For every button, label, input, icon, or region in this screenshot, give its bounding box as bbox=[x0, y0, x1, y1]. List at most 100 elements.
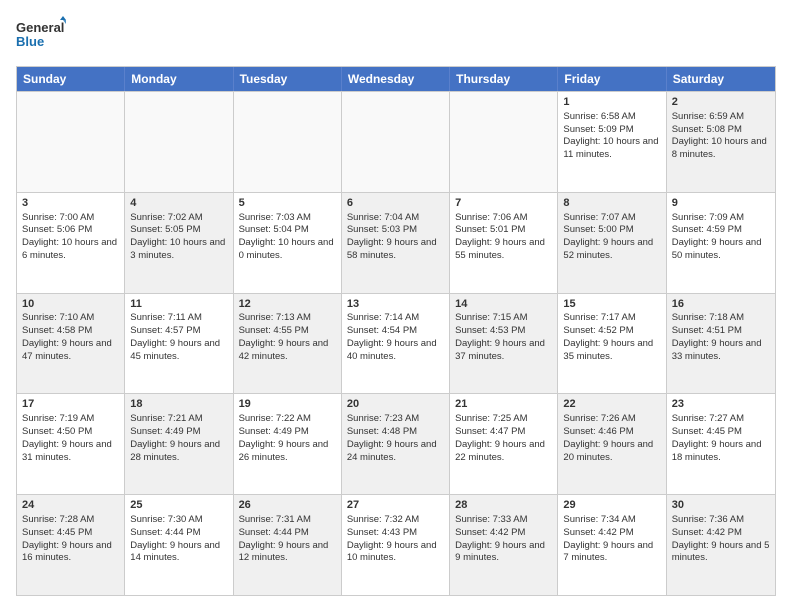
day-info: Sunrise: 6:58 AM Sunset: 5:09 PM Dayligh… bbox=[563, 111, 658, 160]
day-info: Sunrise: 7:22 AM Sunset: 4:49 PM Dayligh… bbox=[239, 413, 329, 462]
day-number: 7 bbox=[455, 196, 552, 211]
calendar-cell: 25Sunrise: 7:30 AM Sunset: 4:44 PM Dayli… bbox=[125, 495, 233, 595]
calendar-cell: 17Sunrise: 7:19 AM Sunset: 4:50 PM Dayli… bbox=[17, 394, 125, 494]
weekday-header: Sunday bbox=[17, 67, 125, 91]
calendar-row: 17Sunrise: 7:19 AM Sunset: 4:50 PM Dayli… bbox=[17, 393, 775, 494]
day-number: 24 bbox=[22, 498, 119, 513]
calendar-cell: 29Sunrise: 7:34 AM Sunset: 4:42 PM Dayli… bbox=[558, 495, 666, 595]
logo: General Blue bbox=[16, 16, 66, 56]
calendar-row: 1Sunrise: 6:58 AM Sunset: 5:09 PM Daylig… bbox=[17, 91, 775, 192]
day-info: Sunrise: 7:06 AM Sunset: 5:01 PM Dayligh… bbox=[455, 212, 545, 261]
weekday-header: Monday bbox=[125, 67, 233, 91]
calendar-cell: 18Sunrise: 7:21 AM Sunset: 4:49 PM Dayli… bbox=[125, 394, 233, 494]
logo-svg: General Blue bbox=[16, 16, 66, 56]
day-number: 21 bbox=[455, 397, 552, 412]
day-info: Sunrise: 7:27 AM Sunset: 4:45 PM Dayligh… bbox=[672, 413, 762, 462]
day-number: 6 bbox=[347, 196, 444, 211]
day-info: Sunrise: 7:23 AM Sunset: 4:48 PM Dayligh… bbox=[347, 413, 437, 462]
calendar-body: 1Sunrise: 6:58 AM Sunset: 5:09 PM Daylig… bbox=[17, 91, 775, 595]
day-number: 14 bbox=[455, 297, 552, 312]
calendar-cell: 7Sunrise: 7:06 AM Sunset: 5:01 PM Daylig… bbox=[450, 193, 558, 293]
calendar-cell bbox=[17, 92, 125, 192]
weekday-header: Friday bbox=[558, 67, 666, 91]
day-number: 19 bbox=[239, 397, 336, 412]
day-info: Sunrise: 7:21 AM Sunset: 4:49 PM Dayligh… bbox=[130, 413, 220, 462]
day-info: Sunrise: 7:14 AM Sunset: 4:54 PM Dayligh… bbox=[347, 312, 437, 361]
day-info: Sunrise: 7:32 AM Sunset: 4:43 PM Dayligh… bbox=[347, 514, 437, 563]
calendar-cell: 8Sunrise: 7:07 AM Sunset: 5:00 PM Daylig… bbox=[558, 193, 666, 293]
day-info: Sunrise: 7:34 AM Sunset: 4:42 PM Dayligh… bbox=[563, 514, 653, 563]
day-number: 3 bbox=[22, 196, 119, 211]
day-info: Sunrise: 7:31 AM Sunset: 4:44 PM Dayligh… bbox=[239, 514, 329, 563]
weekday-header: Tuesday bbox=[234, 67, 342, 91]
calendar: SundayMondayTuesdayWednesdayThursdayFrid… bbox=[16, 66, 776, 596]
day-number: 2 bbox=[672, 95, 770, 110]
calendar-cell bbox=[234, 92, 342, 192]
calendar-cell: 19Sunrise: 7:22 AM Sunset: 4:49 PM Dayli… bbox=[234, 394, 342, 494]
day-number: 4 bbox=[130, 196, 227, 211]
day-info: Sunrise: 7:10 AM Sunset: 4:58 PM Dayligh… bbox=[22, 312, 112, 361]
page: General Blue SundayMondayTuesdayWednesda… bbox=[0, 0, 792, 612]
svg-text:General: General bbox=[16, 20, 64, 35]
calendar-cell bbox=[125, 92, 233, 192]
calendar-cell: 24Sunrise: 7:28 AM Sunset: 4:45 PM Dayli… bbox=[17, 495, 125, 595]
day-info: Sunrise: 7:00 AM Sunset: 5:06 PM Dayligh… bbox=[22, 212, 117, 261]
day-info: Sunrise: 7:11 AM Sunset: 4:57 PM Dayligh… bbox=[130, 312, 220, 361]
day-number: 28 bbox=[455, 498, 552, 513]
calendar-cell: 14Sunrise: 7:15 AM Sunset: 4:53 PM Dayli… bbox=[450, 294, 558, 394]
calendar-cell: 11Sunrise: 7:11 AM Sunset: 4:57 PM Dayli… bbox=[125, 294, 233, 394]
day-number: 1 bbox=[563, 95, 660, 110]
day-info: Sunrise: 7:03 AM Sunset: 5:04 PM Dayligh… bbox=[239, 212, 334, 261]
day-number: 18 bbox=[130, 397, 227, 412]
calendar-cell: 12Sunrise: 7:13 AM Sunset: 4:55 PM Dayli… bbox=[234, 294, 342, 394]
calendar-header: SundayMondayTuesdayWednesdayThursdayFrid… bbox=[17, 67, 775, 91]
day-number: 22 bbox=[563, 397, 660, 412]
calendar-cell: 28Sunrise: 7:33 AM Sunset: 4:42 PM Dayli… bbox=[450, 495, 558, 595]
calendar-cell: 3Sunrise: 7:00 AM Sunset: 5:06 PM Daylig… bbox=[17, 193, 125, 293]
day-number: 16 bbox=[672, 297, 770, 312]
calendar-cell: 23Sunrise: 7:27 AM Sunset: 4:45 PM Dayli… bbox=[667, 394, 775, 494]
calendar-cell: 6Sunrise: 7:04 AM Sunset: 5:03 PM Daylig… bbox=[342, 193, 450, 293]
day-info: Sunrise: 7:19 AM Sunset: 4:50 PM Dayligh… bbox=[22, 413, 112, 462]
day-info: Sunrise: 7:30 AM Sunset: 4:44 PM Dayligh… bbox=[130, 514, 220, 563]
day-info: Sunrise: 7:15 AM Sunset: 4:53 PM Dayligh… bbox=[455, 312, 545, 361]
day-number: 23 bbox=[672, 397, 770, 412]
day-number: 25 bbox=[130, 498, 227, 513]
calendar-cell: 5Sunrise: 7:03 AM Sunset: 5:04 PM Daylig… bbox=[234, 193, 342, 293]
day-number: 12 bbox=[239, 297, 336, 312]
day-number: 27 bbox=[347, 498, 444, 513]
day-info: Sunrise: 7:04 AM Sunset: 5:03 PM Dayligh… bbox=[347, 212, 437, 261]
calendar-cell: 13Sunrise: 7:14 AM Sunset: 4:54 PM Dayli… bbox=[342, 294, 450, 394]
day-info: Sunrise: 7:25 AM Sunset: 4:47 PM Dayligh… bbox=[455, 413, 545, 462]
calendar-cell: 15Sunrise: 7:17 AM Sunset: 4:52 PM Dayli… bbox=[558, 294, 666, 394]
day-number: 9 bbox=[672, 196, 770, 211]
calendar-cell: 27Sunrise: 7:32 AM Sunset: 4:43 PM Dayli… bbox=[342, 495, 450, 595]
calendar-cell: 20Sunrise: 7:23 AM Sunset: 4:48 PM Dayli… bbox=[342, 394, 450, 494]
calendar-row: 24Sunrise: 7:28 AM Sunset: 4:45 PM Dayli… bbox=[17, 494, 775, 595]
calendar-row: 10Sunrise: 7:10 AM Sunset: 4:58 PM Dayli… bbox=[17, 293, 775, 394]
day-number: 10 bbox=[22, 297, 119, 312]
day-info: Sunrise: 7:36 AM Sunset: 4:42 PM Dayligh… bbox=[672, 514, 770, 563]
day-info: Sunrise: 7:13 AM Sunset: 4:55 PM Dayligh… bbox=[239, 312, 329, 361]
day-number: 30 bbox=[672, 498, 770, 513]
day-info: Sunrise: 7:26 AM Sunset: 4:46 PM Dayligh… bbox=[563, 413, 653, 462]
weekday-header: Thursday bbox=[450, 67, 558, 91]
header: General Blue bbox=[16, 16, 776, 56]
day-info: Sunrise: 7:09 AM Sunset: 4:59 PM Dayligh… bbox=[672, 212, 762, 261]
calendar-cell: 1Sunrise: 6:58 AM Sunset: 5:09 PM Daylig… bbox=[558, 92, 666, 192]
calendar-cell bbox=[342, 92, 450, 192]
day-info: Sunrise: 7:33 AM Sunset: 4:42 PM Dayligh… bbox=[455, 514, 545, 563]
day-number: 17 bbox=[22, 397, 119, 412]
svg-text:Blue: Blue bbox=[16, 34, 44, 49]
day-info: Sunrise: 7:07 AM Sunset: 5:00 PM Dayligh… bbox=[563, 212, 653, 261]
day-info: Sunrise: 6:59 AM Sunset: 5:08 PM Dayligh… bbox=[672, 111, 767, 160]
calendar-cell: 22Sunrise: 7:26 AM Sunset: 4:46 PM Dayli… bbox=[558, 394, 666, 494]
day-number: 5 bbox=[239, 196, 336, 211]
calendar-row: 3Sunrise: 7:00 AM Sunset: 5:06 PM Daylig… bbox=[17, 192, 775, 293]
day-number: 29 bbox=[563, 498, 660, 513]
calendar-cell: 4Sunrise: 7:02 AM Sunset: 5:05 PM Daylig… bbox=[125, 193, 233, 293]
calendar-cell: 10Sunrise: 7:10 AM Sunset: 4:58 PM Dayli… bbox=[17, 294, 125, 394]
day-number: 13 bbox=[347, 297, 444, 312]
day-number: 20 bbox=[347, 397, 444, 412]
day-number: 11 bbox=[130, 297, 227, 312]
